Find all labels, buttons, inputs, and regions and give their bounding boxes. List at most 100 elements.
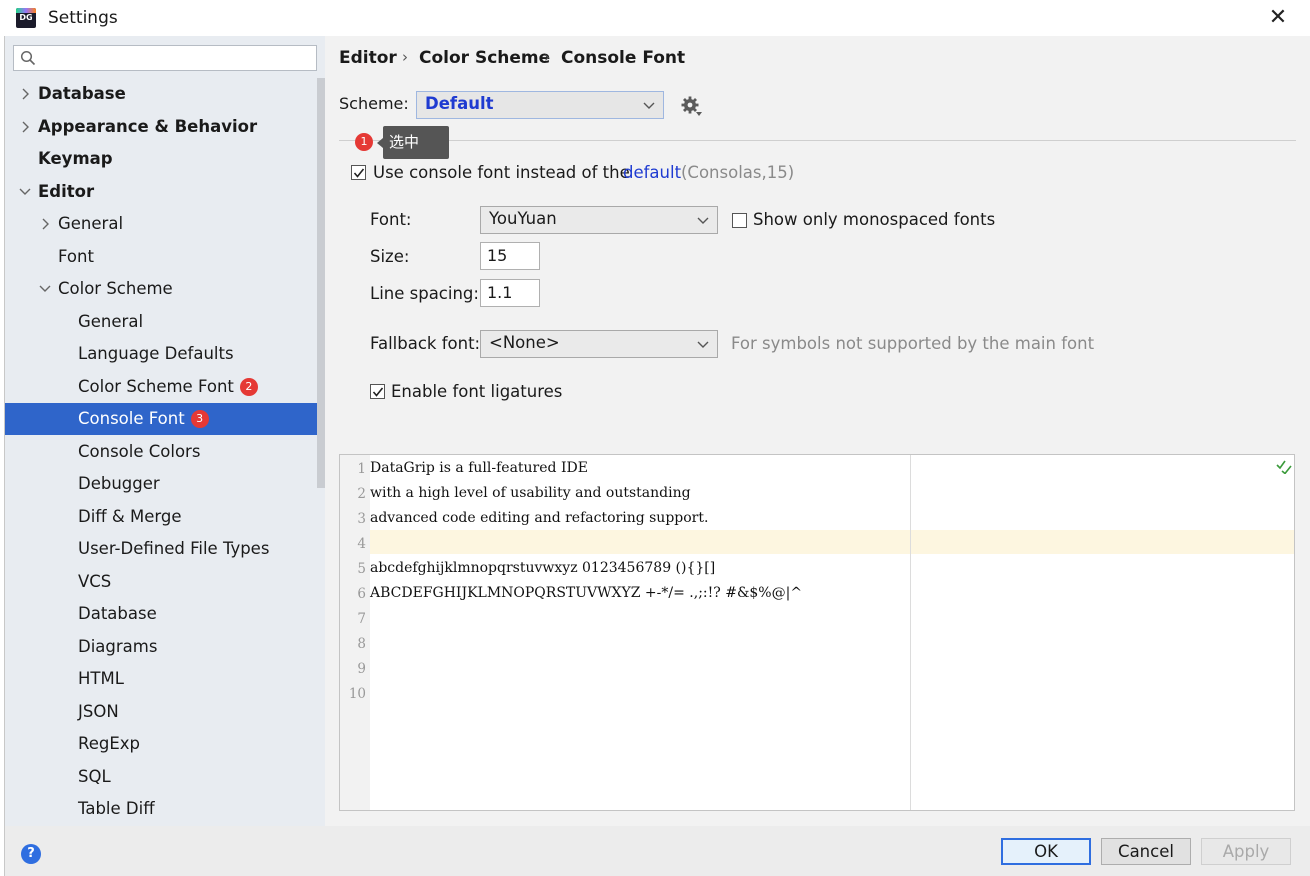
sidebar-item-label-text: Color Scheme Font [78, 376, 234, 396]
preview-code-line: DataGrip is a full-featured IDE [370, 460, 588, 476]
sidebar-item-label: Color Scheme [58, 279, 173, 298]
chevron-down-icon[interactable] [39, 273, 51, 305]
default-font-link[interactable]: default [623, 163, 681, 182]
line-number: 9 [357, 661, 366, 677]
sidebar-item[interactable]: HTML [5, 663, 325, 695]
settings-search-input[interactable] [13, 45, 317, 71]
settings-content: Editor › Color Scheme › Console Font Sch… [325, 36, 1310, 826]
sidebar-item[interactable]: User-Defined File Types [5, 533, 325, 565]
scheme-dropdown[interactable]: Default [416, 91, 664, 119]
sidebar-item[interactable]: Console Font 3 [5, 403, 325, 435]
sidebar-item-label: Console Colors [78, 441, 201, 461]
cancel-button[interactable]: Cancel [1101, 838, 1191, 865]
sidebar-item-label: SQL [78, 766, 111, 786]
sidebar-item[interactable]: Language Defaults [5, 338, 325, 370]
size-label: Size: [370, 247, 410, 266]
sidebar-item-label: Database [38, 84, 126, 103]
inspection-ok-icon [1276, 460, 1292, 474]
sidebar-item[interactable]: Table Diff [5, 793, 325, 825]
chevron-right-icon[interactable] [19, 111, 31, 143]
size-field[interactable]: 15 [480, 242, 540, 270]
line-number-gutter [340, 455, 370, 810]
use-console-font-label: Use console font instead of the [373, 163, 630, 182]
sidebar-item-label: RegExp [78, 734, 141, 753]
sidebar-item[interactable]: Console Colors [5, 436, 325, 468]
sidebar-item-label: Debugger [78, 474, 160, 493]
annotation-badge: 1 [355, 133, 373, 151]
fallback-font-label: Fallback font: [370, 334, 481, 353]
sidebar-scrollbar[interactable] [317, 78, 325, 488]
sidebar-item-label: Diff & Merge [78, 506, 182, 526]
line-spacing-field[interactable]: 1.1 [480, 279, 540, 307]
sidebar-item[interactable]: Editor [5, 176, 325, 208]
sidebar-item-label: Keymap [38, 149, 113, 168]
sidebar-item[interactable]: Diff & Merge [5, 501, 325, 533]
datagrip-app-icon: DG [16, 8, 36, 28]
use-console-font-checkbox[interactable] [351, 165, 366, 180]
sidebar-item[interactable]: Debugger [5, 468, 325, 500]
scheme-value: Default [425, 94, 494, 113]
font-preview-editor[interactable]: 1 2 3 4 5 6 7 8 9 10 DataGrip is a full-featured I… [339, 454, 1295, 811]
sidebar-item-label: Color Scheme Font 2 [78, 371, 258, 403]
monospaced-only-checkbox[interactable] [732, 213, 747, 228]
sidebar-item[interactable]: SQL [5, 761, 325, 793]
ok-button[interactable]: OK [1001, 838, 1091, 865]
window-title: Settings [48, 8, 118, 28]
font-dropdown[interactable]: YouYuan [480, 206, 718, 234]
sidebar-item-label: HTML [78, 669, 124, 688]
sidebar-item-label: Table Diff [78, 799, 155, 818]
breadcrumb-separator: › [402, 48, 408, 66]
sidebar-item-label: JSON [78, 701, 119, 721]
title-bar: DG Settings ✕ [0, 0, 1310, 36]
search-icon [20, 50, 36, 66]
chevron-down-icon[interactable] [19, 176, 31, 208]
chevron-right-icon[interactable] [39, 208, 51, 240]
close-icon[interactable]: ✕ [1266, 4, 1290, 32]
sidebar-item[interactable]: Font [5, 241, 325, 273]
apply-button[interactable]: Apply [1201, 838, 1291, 865]
sidebar-item[interactable]: Color Scheme [5, 273, 325, 305]
sidebar-item[interactable]: Color Scheme Font 2 [5, 371, 325, 403]
line-number: 7 [357, 611, 366, 627]
font-label: Font: [370, 210, 412, 229]
sidebar-item-label-text: Console Font [78, 409, 185, 428]
sidebar-item[interactable]: JSON [5, 696, 325, 728]
sidebar-item-label: Database [78, 604, 157, 623]
caret-row-highlight [340, 530, 1294, 554]
sidebar-item-label: General [58, 214, 124, 233]
sidebar-item[interactable]: Diagrams [5, 631, 325, 663]
sidebar-item-label: Font [58, 246, 94, 266]
default-font-hint: (Consolas,15) [681, 163, 795, 182]
line-number: 6 [357, 586, 366, 602]
fallback-font-hint: For symbols not supported by the main fo… [731, 334, 1095, 353]
breadcrumb-editor[interactable]: Editor [339, 48, 397, 68]
fallback-font-value: <None> [489, 333, 560, 352]
sidebar-item[interactable]: Keymap [5, 143, 325, 175]
sidebar-item[interactable]: General [5, 208, 325, 240]
help-icon[interactable]: ? [21, 844, 41, 864]
sidebar-item[interactable]: General [5, 306, 325, 338]
sidebar-item[interactable]: RegExp [5, 728, 325, 760]
sidebar-item-label: VCS [78, 571, 112, 591]
sidebar-item[interactable]: Database [5, 78, 325, 110]
chevron-right-icon[interactable] [19, 78, 31, 110]
preview-code-line: ABCDEFGHIJKLMNOPQRSTUVWXYZ +-*/= .,;:!? … [370, 585, 803, 601]
chevron-down-icon [697, 334, 711, 357]
fallback-font-dropdown[interactable]: <None> [480, 330, 718, 358]
scheme-label: Scheme: [339, 94, 409, 113]
sidebar-item[interactable]: VCS [5, 566, 325, 598]
preview-code-line: advanced code editing and refactoring su… [370, 510, 709, 526]
sidebar-item[interactable]: Appearance & Behavior [5, 111, 325, 143]
monospaced-only-label: Show only monospaced fonts [753, 210, 996, 229]
sidebar-item[interactable]: Database [5, 598, 325, 630]
sidebar-item-label: Editor [38, 181, 95, 201]
breadcrumb-console-font: Console Font [561, 48, 686, 68]
annotation-tooltip: 选中 [377, 126, 449, 159]
preview-code-line: with a high level of usability and outst… [370, 485, 691, 501]
font-ligatures-checkbox[interactable] [370, 384, 385, 399]
line-number: 8 [357, 636, 366, 652]
breadcrumb-color-scheme[interactable]: Color Scheme [419, 48, 550, 68]
chevron-down-icon [643, 95, 657, 118]
gear-icon[interactable] [680, 95, 702, 117]
sidebar-item-label: User-Defined File Types [78, 539, 270, 558]
